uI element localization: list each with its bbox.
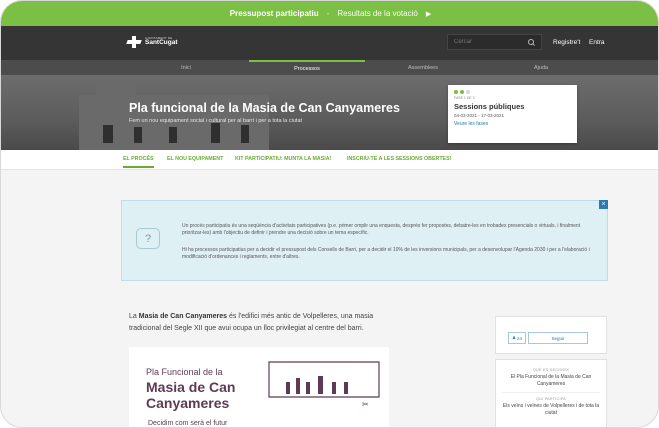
phase-dates: 04-03-2021 - 17-03-2021 xyxy=(454,113,505,118)
follow-button[interactable]: Seguir xyxy=(528,332,588,344)
phase-dot-done xyxy=(454,90,458,94)
view-phases-link[interactable]: Veure les fases xyxy=(454,121,571,127)
logo-text: AJUNTAMENT DE SantCugat xyxy=(145,37,178,47)
svg-text:✂: ✂ xyxy=(362,400,369,409)
description-pre: La xyxy=(129,313,139,320)
user-icon: ♟ xyxy=(511,335,517,340)
process-subtabs: EL PROCÉS EL NOU EQUIPAMENT KIT PARTICIP… xyxy=(1,150,658,170)
main-nav: Inici Processos Assemblees Ajuda xyxy=(1,60,658,75)
info-callout: × ? Un procés participatiu és una seqüèn… xyxy=(121,200,608,281)
tab-nou-equipament[interactable]: EL NOU EQUIPAMENT xyxy=(167,156,223,162)
search-box[interactable] xyxy=(447,34,542,50)
logo-name: SantCugat xyxy=(145,39,178,47)
hero-tower xyxy=(96,83,136,97)
site-logo[interactable]: AJUNTAMENT DE SantCugat xyxy=(126,36,178,48)
poster-pretitle: Pla Funcional de la xyxy=(146,367,223,377)
login-link[interactable]: Entra xyxy=(589,39,605,46)
banner-title[interactable]: Pressupost participatiu xyxy=(230,9,319,18)
poster-tagline: Decidim com serà el futur xyxy=(148,420,228,427)
info-paragraph-1: Un procés participatiu és una seqüència … xyxy=(182,223,581,236)
tab-kit-participatiu[interactable]: KIT PARTICIPATIU: MUNTA LA MASIA! xyxy=(235,156,331,162)
banner-results-link[interactable]: Resultats de la votació xyxy=(337,9,418,18)
announcement-banner: Pressupost participatiu - Resultats de l… xyxy=(1,1,658,26)
banner-separator: - xyxy=(326,9,330,18)
question-icon: ? xyxy=(136,228,160,249)
meta-divider xyxy=(502,392,600,393)
masia-illustration: ✂ xyxy=(268,361,380,409)
info-paragraph-2: Hi ha processos participatius per a deci… xyxy=(182,247,590,260)
search-icon[interactable] xyxy=(528,38,535,46)
phase-label: FASE 1 DE 3 xyxy=(454,96,475,100)
nav-item-ajuda[interactable]: Ajuda xyxy=(481,60,601,75)
register-link[interactable]: Registre't xyxy=(553,39,580,46)
process-description: La Masia de Can Canyameres és l'edifici … xyxy=(129,311,379,335)
followers-count: 24 xyxy=(517,335,523,341)
nav-item-processos[interactable]: Processos xyxy=(249,60,365,75)
poster-image: Pla Funcional de la Masia de Can Canyame… xyxy=(129,347,389,427)
phase-card: FASE 1 DE 3 Sessions públiques 04-03-202… xyxy=(448,85,577,143)
play-icon[interactable]: ▶ xyxy=(426,10,431,18)
logo-mark-icon xyxy=(126,36,142,48)
meta-decide-label: QUÈ ES DECIDEIX xyxy=(532,368,570,372)
site-header: AJUNTAMENT DE SantCugat Registre't Entra xyxy=(1,26,658,60)
tab-inscriu-te[interactable]: INSCRIU-TE A LES SESSIONS OBERTES! xyxy=(347,156,451,162)
follow-card: ♟ 24 Seguir xyxy=(495,316,607,354)
poster-title: Masia de Can Canyameres xyxy=(146,379,236,411)
process-meta-card: QUÈ ES DECIDEIX El Pla Funcional de la M… xyxy=(495,359,607,427)
tab-el-proces[interactable]: EL PROCÉS xyxy=(123,156,154,168)
phase-dot-pending xyxy=(466,90,470,94)
meta-decide-value: El Pla Funcional de la Masia de Can Cany… xyxy=(510,374,592,387)
nav-item-inici[interactable]: Inici xyxy=(121,60,251,75)
logo-small-text: AJUNTAMENT DE xyxy=(145,36,173,41)
search-input[interactable] xyxy=(454,39,524,45)
close-icon[interactable]: × xyxy=(599,200,608,209)
nav-item-assemblees[interactable]: Assemblees xyxy=(365,60,481,75)
phase-progress xyxy=(454,90,571,94)
phase-dot-current xyxy=(460,90,464,94)
browser-frame: Pressupost participatiu - Resultats de l… xyxy=(0,0,659,428)
description-bold: Masia de Can Canyameres xyxy=(138,313,228,320)
page-subtitle: Fem un nou equipament social i cultural … xyxy=(129,118,303,124)
followers-count-button[interactable]: ♟ 24 xyxy=(508,332,526,344)
page-title: Pla funcional de la Masia de Can Canyame… xyxy=(129,101,400,115)
phase-title: Sessions públiques xyxy=(454,102,525,111)
meta-who-value: Els veïns i veïnes de Volpelleres i de t… xyxy=(502,403,600,416)
meta-who-label: QUI PARTICIPA xyxy=(536,397,566,401)
